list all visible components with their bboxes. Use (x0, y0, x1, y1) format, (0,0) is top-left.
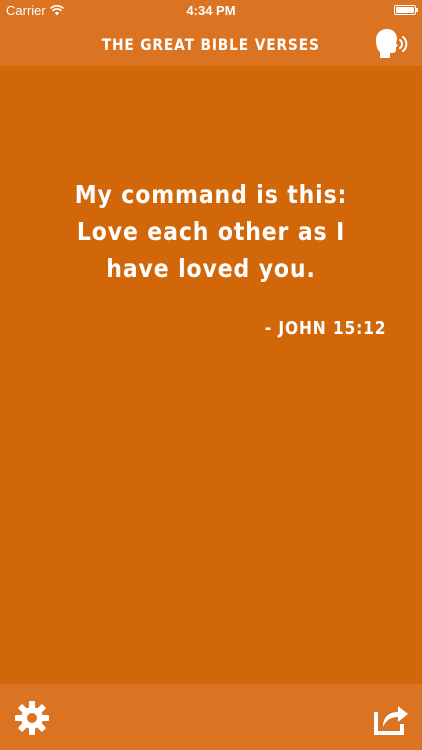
app-title: THE GREAT BIBLE VERSES (102, 34, 320, 54)
verse-line: Love each other as I (76, 217, 346, 246)
verse-text: My command is this: Love each other as I… (43, 176, 379, 287)
share-button[interactable] (372, 700, 410, 736)
settings-button[interactable] (14, 700, 50, 736)
verse-reference: - JOHN 15:12 (264, 318, 386, 339)
gear-icon (15, 701, 49, 735)
battery-icon (394, 5, 418, 15)
status-bar: Carrier 4:34 PM (0, 0, 422, 22)
verse-line: My command is this: (74, 180, 348, 209)
speak-button[interactable] (370, 26, 410, 62)
verse-line: have loved you. (106, 254, 316, 283)
verse-block: My command is this: Love each other as I… (40, 176, 382, 287)
speaking-head-icon (376, 29, 408, 58)
status-time: 4:34 PM (186, 3, 236, 18)
share-icon (374, 706, 408, 735)
bottom-toolbar (0, 684, 422, 750)
nav-bar: THE GREAT BIBLE VERSES (0, 22, 422, 66)
